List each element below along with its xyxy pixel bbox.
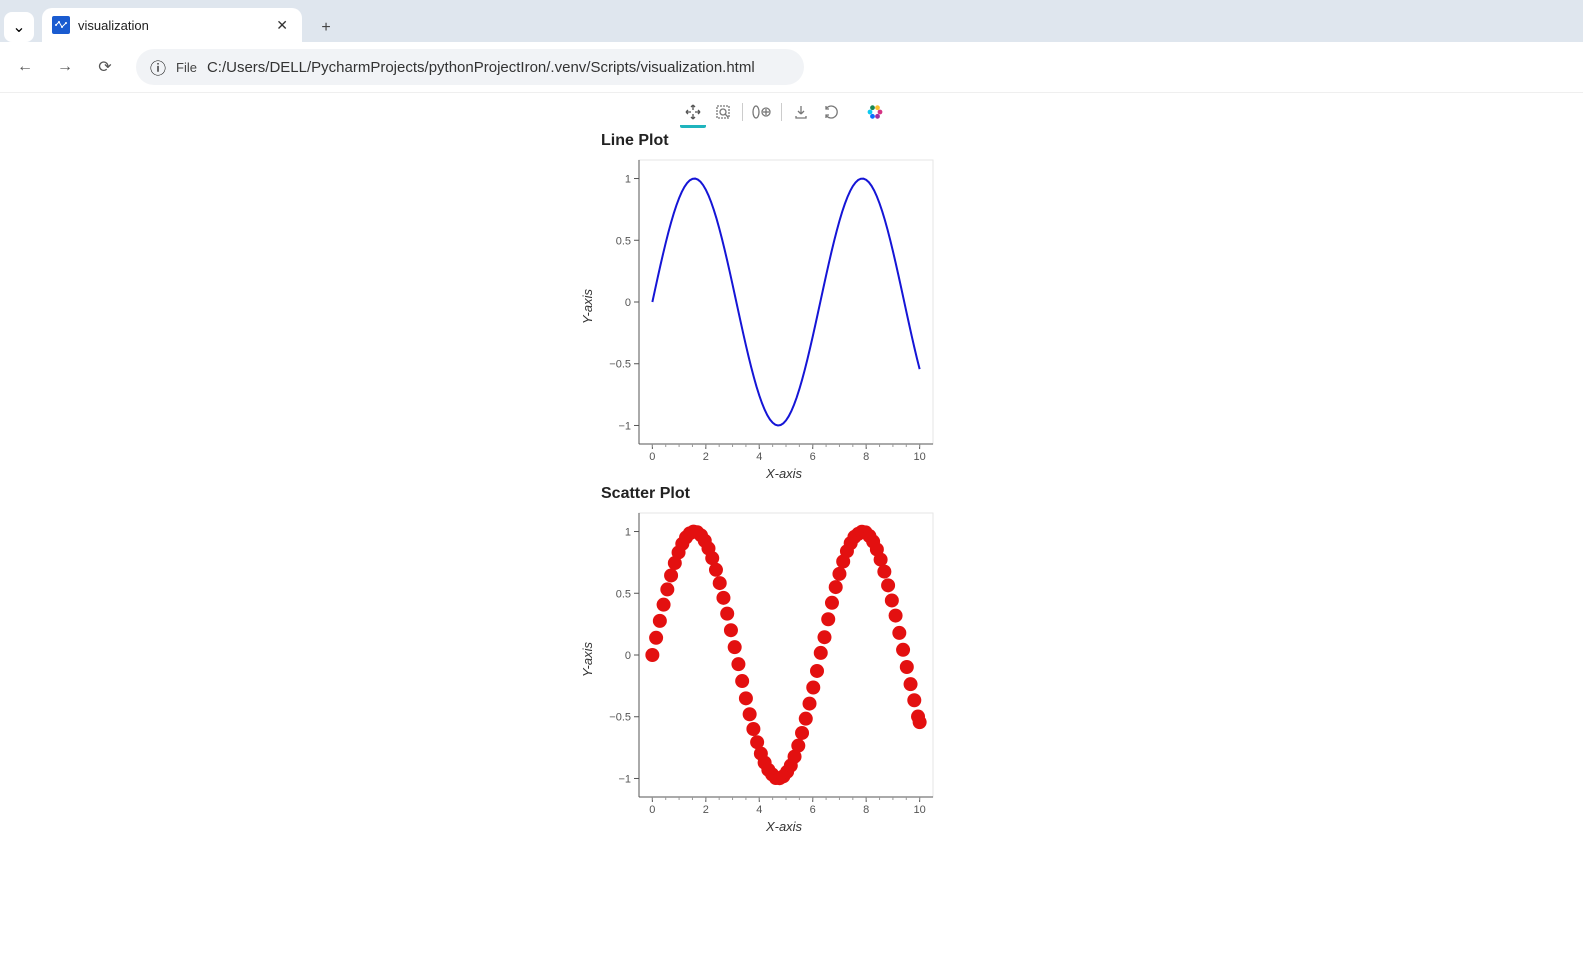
chevron-down-icon: ⌄ [12, 17, 25, 37]
plot-title: Scatter Plot [601, 485, 939, 503]
arrow-right-icon: → [57, 58, 73, 76]
svg-text:−1: −1 [618, 773, 631, 785]
svg-text:2: 2 [703, 451, 709, 463]
svg-text:10: 10 [914, 451, 926, 463]
svg-text:6: 6 [810, 804, 816, 816]
svg-text:8: 8 [863, 804, 869, 816]
box-zoom-tool-button[interactable] [710, 99, 736, 125]
svg-text:10: 10 [914, 804, 926, 816]
svg-text:−0.5: −0.5 [609, 359, 631, 371]
bokeh-logo-icon[interactable] [862, 99, 888, 125]
svg-text:0: 0 [625, 297, 631, 309]
y-axis-label: Y-axis [580, 289, 595, 324]
scatter-plot-block: Y-axis Scatter Plot −1−0.500.510246810 X… [580, 485, 1583, 834]
reload-button[interactable]: ⟳ [88, 50, 122, 84]
svg-text:1: 1 [625, 174, 631, 186]
url-text: C:/Users/DELL/PycharmProjects/pythonProj… [207, 59, 755, 76]
reload-icon: ⟳ [98, 57, 111, 77]
plots-container: Y-axis Line Plot −1−0.500.510246810 X-ax… [580, 99, 1583, 834]
plot-title: Line Plot [601, 132, 939, 150]
line-plot-block: Y-axis Line Plot −1−0.500.510246810 X-ax… [580, 132, 1583, 481]
svg-text:0: 0 [649, 804, 655, 816]
scatter-plot-canvas[interactable]: −1−0.500.510246810 [599, 507, 939, 817]
favicon-icon [52, 16, 70, 34]
toolbar-separator [742, 103, 743, 121]
wheel-zoom-tool-button[interactable] [749, 99, 775, 125]
svg-text:−1: −1 [618, 420, 631, 432]
address-bar[interactable]: ⓘ File C:/Users/DELL/PycharmProjects/pyt… [136, 49, 804, 85]
svg-text:4: 4 [756, 804, 762, 816]
back-button[interactable]: ← [8, 50, 42, 84]
plus-icon: + [321, 19, 330, 37]
svg-text:0: 0 [625, 650, 631, 662]
svg-text:2: 2 [703, 804, 709, 816]
site-info-icon[interactable]: ⓘ [150, 55, 166, 79]
arrow-left-icon: ← [17, 58, 33, 76]
pan-tool-button[interactable] [680, 99, 706, 128]
browser-tab-strip: ⌄ visualization ✕ + [0, 0, 1583, 42]
close-tab-button[interactable]: ✕ [272, 17, 292, 34]
browser-nav-bar: ← → ⟳ ⓘ File C:/Users/DELL/PycharmProjec… [0, 42, 1583, 93]
y-axis-label: Y-axis [580, 642, 595, 677]
line-plot-canvas[interactable]: −1−0.500.510246810 [599, 154, 939, 464]
browser-tab[interactable]: visualization ✕ [42, 8, 302, 42]
new-tab-button[interactable]: + [312, 14, 340, 42]
x-axis-label: X-axis [629, 819, 939, 834]
svg-text:−0.5: −0.5 [609, 712, 631, 724]
svg-text:4: 4 [756, 451, 762, 463]
tab-title: visualization [78, 18, 264, 33]
x-axis-label: X-axis [629, 466, 939, 481]
svg-text:0.5: 0.5 [616, 235, 631, 247]
save-tool-button[interactable] [788, 99, 814, 125]
svg-text:1: 1 [625, 527, 631, 539]
url-scheme-label: File [176, 60, 197, 75]
tab-search-dropdown[interactable]: ⌄ [4, 12, 34, 42]
bokeh-toolbar [680, 99, 1583, 128]
svg-text:6: 6 [810, 451, 816, 463]
forward-button[interactable]: → [48, 50, 82, 84]
svg-text:8: 8 [863, 451, 869, 463]
reset-tool-button[interactable] [818, 99, 844, 125]
svg-text:0.5: 0.5 [616, 588, 631, 600]
toolbar-separator [781, 103, 782, 121]
svg-text:0: 0 [649, 451, 655, 463]
